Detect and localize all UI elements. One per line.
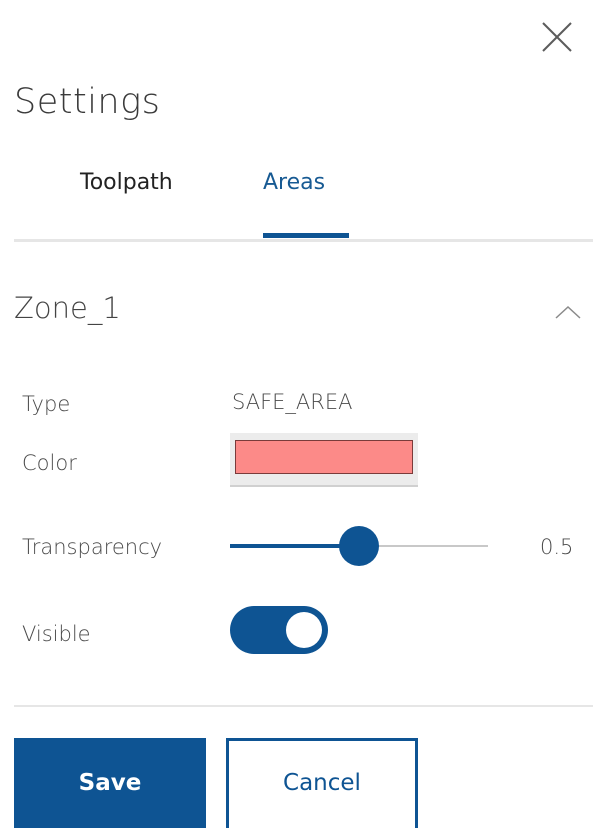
close-icon: [542, 22, 572, 52]
color-label: Color: [22, 451, 77, 475]
type-value: SAFE_AREA: [232, 390, 353, 414]
cancel-button-label: Cancel: [283, 770, 361, 796]
visible-label: Visible: [22, 622, 91, 646]
close-button[interactable]: [537, 17, 577, 57]
transparency-value: 0.5: [540, 535, 574, 559]
tab-toolpath[interactable]: Toolpath: [80, 170, 173, 195]
save-button[interactable]: Save: [14, 738, 206, 828]
slider-thumb[interactable]: [339, 526, 379, 566]
visible-toggle[interactable]: [230, 606, 328, 654]
transparency-slider[interactable]: [230, 526, 488, 566]
save-button-label: Save: [78, 770, 142, 796]
collapse-zone-button[interactable]: [553, 302, 583, 322]
page-title: Settings: [14, 82, 161, 122]
active-tab-indicator: [263, 233, 349, 238]
toggle-knob: [286, 612, 322, 648]
tabs-divider: [14, 239, 593, 242]
cancel-button[interactable]: Cancel: [226, 738, 418, 828]
color-picker[interactable]: [230, 433, 418, 487]
chevron-up-icon: [555, 305, 581, 319]
tab-areas[interactable]: Areas: [263, 170, 325, 195]
color-swatch: [235, 440, 413, 474]
zone-title: Zone_1: [14, 291, 121, 325]
footer-divider: [14, 705, 593, 707]
type-label: Type: [22, 392, 71, 416]
transparency-label: Transparency: [22, 535, 163, 559]
